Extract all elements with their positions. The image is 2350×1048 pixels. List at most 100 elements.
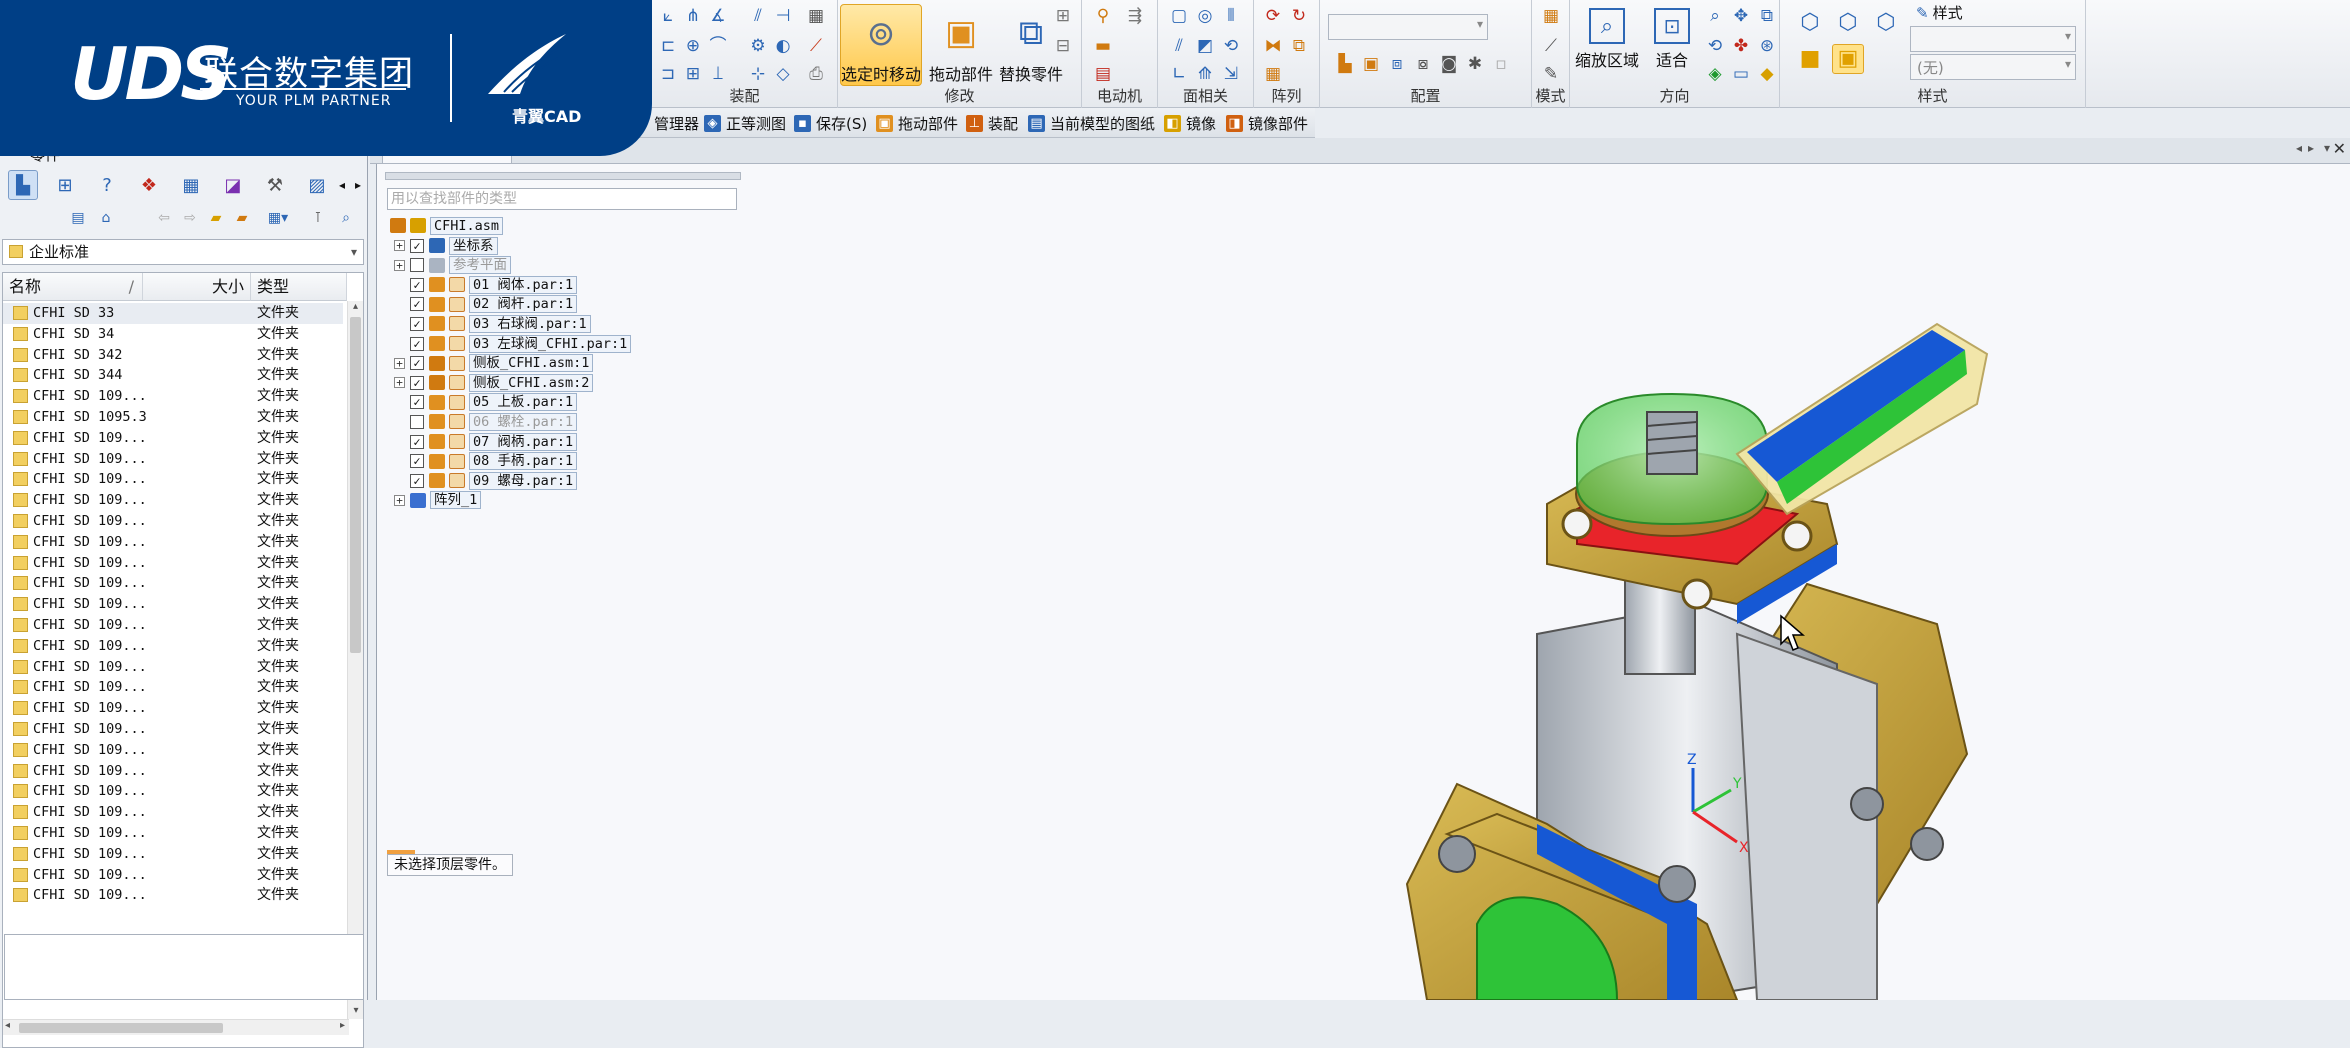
list-item[interactable]: CFHI SD 109... 文件夹 (3, 511, 343, 532)
list-item[interactable]: CFHI SD 109... 文件夹 (3, 428, 343, 449)
tree-node[interactable]: ✓ 侧板_CFHI.asm:1 (410, 354, 594, 373)
tab-menu-icon[interactable]: ▾ (2324, 141, 2330, 155)
face-shade-icon[interactable]: ◩ (1192, 34, 1218, 58)
column-name[interactable]: 名称 / (3, 273, 143, 301)
list-item[interactable]: CFHI SD 109... 文件夹 (3, 573, 343, 594)
pattern-circle-icon[interactable]: ⟳ (1260, 4, 1286, 28)
qb-assembly[interactable]: ⊥ 装配 (966, 112, 1018, 134)
tangent-tool-icon[interactable]: ⌒ (705, 34, 731, 58)
edit-links-icon[interactable]: ⊟ (1050, 34, 1076, 58)
visibility-checkbox[interactable]: ✓ (410, 238, 424, 253)
visibility-checkbox[interactable]: ✓ (410, 395, 424, 410)
list-item[interactable]: CFHI SD 109... 文件夹 (3, 532, 343, 553)
shaded-icon[interactable]: ■ (1794, 44, 1826, 74)
help-tab-icon[interactable]: ? (92, 170, 122, 200)
zoom-icon[interactable]: ⌕ (1702, 4, 1728, 28)
list-item[interactable]: CFHI SD 109... 文件夹 (3, 823, 343, 844)
wrench-tab-icon[interactable]: ⚒ (260, 170, 290, 200)
visibility-checkbox[interactable] (410, 258, 424, 273)
tree-expand-icon[interactable]: + (394, 377, 405, 389)
visibility-checkbox[interactable]: ✓ (410, 336, 424, 351)
pattern-copy-icon[interactable]: ⧉ (1286, 34, 1312, 58)
assemble-tool-icon[interactable]: ⟀ (655, 4, 681, 28)
scroll-right-icon[interactable]: ▸ (340, 1020, 345, 1031)
cam-tool-icon[interactable]: ◐ (770, 34, 796, 58)
visibility-checkbox[interactable]: ✓ (410, 356, 424, 371)
visibility-checkbox[interactable]: ✓ (410, 454, 424, 469)
column-size[interactable]: 大小 (143, 273, 251, 301)
list-item[interactable]: CFHI SD 109... 文件夹 (3, 615, 343, 636)
list-item[interactable]: CFHI SD 109... 文件夹 (3, 386, 343, 407)
tab-scroll-left-icon[interactable]: ◂ (334, 170, 350, 200)
grid-tool-icon[interactable]: ▦ (803, 4, 829, 28)
tree-root[interactable]: CFHI.asm (390, 216, 504, 235)
image-tab-icon[interactable]: ▨ (302, 170, 332, 200)
config-delete-icon[interactable]: ▫ (1488, 52, 1514, 76)
vertical-scrollbar[interactable]: ▴ ▾ (347, 301, 363, 1019)
motor-play-icon[interactable]: ▬ (1090, 34, 1116, 58)
list-item[interactable]: CFHI SD 109... 文件夹 (3, 490, 343, 511)
list-item[interactable]: CFHI SD 1095.3 文件夹 (3, 407, 343, 428)
mode-sketch-icon[interactable]: ⟋ (1538, 34, 1564, 58)
mode-grid-icon[interactable]: ▦ (1538, 4, 1564, 28)
library-tab-icon[interactable]: ▙ (8, 170, 38, 200)
face-tilt-icon[interactable]: ⟰ (1192, 62, 1218, 86)
list-item[interactable]: CFHI SD 109... 文件夹 (3, 553, 343, 574)
config-dropdown[interactable]: ▾ (1328, 14, 1488, 40)
face-square-icon[interactable]: ▢ (1166, 4, 1192, 28)
list-item[interactable]: CFHI SD 109... 文件夹 (3, 885, 343, 906)
column-type[interactable]: 类型 (251, 273, 347, 301)
tree-node[interactable]: ✓ 05 上板.par:1 (410, 393, 578, 412)
view-front-icon[interactable]: ⬡ (1832, 8, 1864, 38)
feature-tab-icon[interactable]: ⊞ (50, 170, 80, 200)
connect-tool-icon[interactable]: ⊐ (655, 62, 681, 86)
match-tool-icon[interactable]: ⊞ (680, 62, 706, 86)
visibility-checkbox[interactable]: ✓ (410, 473, 424, 488)
scroll-left-icon[interactable]: ◂ (5, 1020, 10, 1031)
visibility-checkbox[interactable]: ✓ (410, 297, 424, 312)
view-mode-icon[interactable]: ▦▾ (258, 206, 298, 230)
new-folder-icon[interactable]: ▰ (230, 206, 254, 230)
list-item[interactable]: CFHI SD 109... 文件夹 (3, 761, 343, 782)
visibility-checkbox[interactable] (410, 414, 424, 429)
pan-icon[interactable]: ✥ (1728, 4, 1754, 28)
search-icon[interactable]: ⌕ (334, 206, 358, 230)
list-item[interactable]: CFHI SD 109... 文件夹 (3, 636, 343, 657)
tree-expand-icon[interactable]: + (394, 494, 405, 506)
list-item[interactable]: CFHI SD 109... 文件夹 (3, 781, 343, 802)
tree-node[interactable]: 参考平面 (410, 256, 511, 275)
view-top-icon[interactable]: ⬡ (1870, 8, 1902, 38)
list-item[interactable]: CFHI SD 109... 文件夹 (3, 844, 343, 865)
mode-draw-icon[interactable]: ✎ (1538, 62, 1564, 86)
face-rotate-icon[interactable]: ∟ (1166, 62, 1192, 86)
visibility-checkbox[interactable]: ✓ (410, 434, 424, 449)
spin-icon[interactable]: ✤ (1728, 34, 1754, 58)
qb-save[interactable]: ▪ 保存(S) (794, 112, 867, 134)
list-item[interactable]: CFHI SD 109... 文件夹 (3, 449, 343, 470)
color-tab-icon[interactable]: ◪ (218, 170, 248, 200)
mate-tool-icon[interactable]: ⊏ (655, 34, 681, 58)
grid-tab-icon[interactable]: ▦ (176, 170, 206, 200)
tree-node[interactable]: ✓ 侧板_CFHI.asm:2 (410, 373, 594, 392)
visibility-checkbox[interactable]: ✓ (410, 277, 424, 292)
sketch-view-icon[interactable]: ◆ (1754, 62, 1780, 86)
simulate-icon[interactable]: ⇶ (1122, 4, 1148, 28)
close-icon[interactable]: ✕ (2333, 139, 2346, 158)
parallel-tool-icon[interactable]: ⫽ (745, 4, 771, 28)
zoom-area-button[interactable]: ⌕ 缩放区域 (1572, 4, 1642, 86)
tree-expand-icon[interactable]: + (394, 357, 405, 369)
list-item[interactable]: CFHI SD 109... 文件夹 (3, 469, 343, 490)
qb-mirror[interactable]: ◧ 镜像 (1164, 112, 1216, 134)
motor-record-icon[interactable]: ▤ (1090, 62, 1116, 86)
face-offset-icon[interactable]: ⫽ (1166, 34, 1192, 58)
horizontal-scrollbar[interactable]: ◂ ▸ (3, 1019, 349, 1035)
look-at-icon[interactable]: ◈ (1702, 62, 1728, 86)
shaded-edges-icon[interactable]: ▣ (1832, 44, 1864, 74)
face-lines-icon[interactable]: ⦀ (1218, 4, 1244, 28)
list-item[interactable]: CFHI SD 34 文件夹 (3, 324, 343, 345)
angle-tool-icon[interactable]: ∡ (705, 4, 731, 28)
pattern-rect-icon[interactable]: ▦ (1260, 62, 1286, 86)
style-dropdown-top[interactable]: ▾ (1910, 26, 2076, 52)
insert-tool-icon[interactable]: ⊕ (680, 34, 706, 58)
view-iso-icon[interactable]: ⬡ (1794, 8, 1826, 38)
